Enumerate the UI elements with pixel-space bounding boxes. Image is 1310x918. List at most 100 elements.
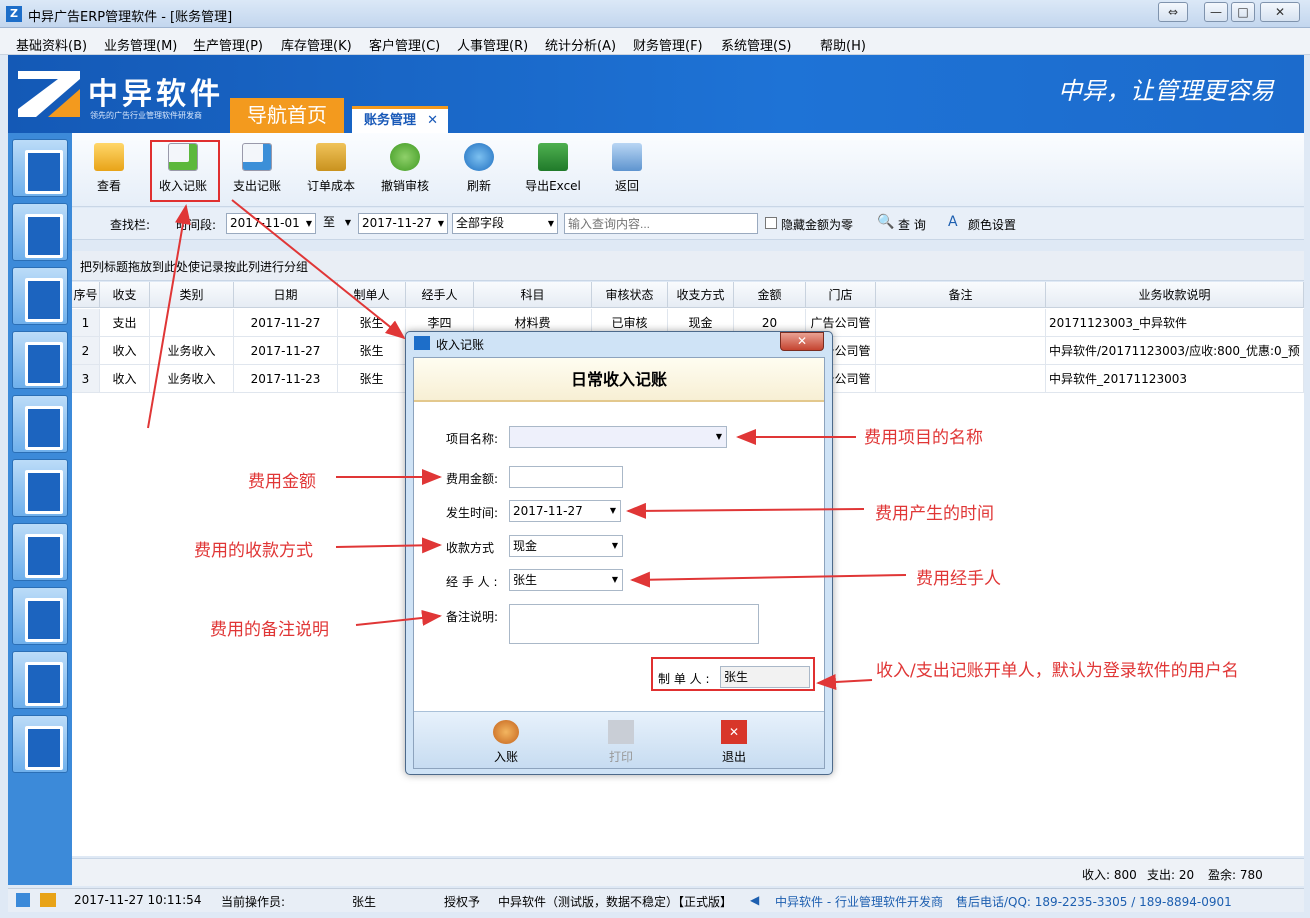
sidebar-user-icon[interactable] <box>12 395 68 453</box>
sidebar-gears-icon[interactable] <box>12 587 68 645</box>
sidebar-monitor-icon[interactable] <box>12 651 68 709</box>
amount-input[interactable] <box>509 466 623 488</box>
color-settings-button[interactable]: 颜色设置 <box>968 216 1016 233</box>
menu-business[interactable]: 业务管理(M) <box>104 35 177 54</box>
refresh-button[interactable]: 刷新 <box>446 143 512 194</box>
menu-customer[interactable]: 客户管理(C) <box>369 35 440 54</box>
sidebar-chart-icon[interactable] <box>12 523 68 581</box>
sidebar-users-icon[interactable] <box>12 459 68 517</box>
sidebar-warehouse-icon[interactable] <box>12 331 68 389</box>
table-cell[interactable]: 1 <box>72 309 100 337</box>
post-button[interactable]: 入账 <box>476 720 536 765</box>
handler-select[interactable]: 张生 <box>509 569 623 591</box>
app-logo-icon: Z <box>6 6 22 22</box>
menu-hr[interactable]: 人事管理(R) <box>457 35 528 54</box>
sidebar-notebook-icon[interactable] <box>12 715 68 773</box>
table-cell[interactable]: 中异软件_20171123003 <box>1046 365 1304 393</box>
item-name-select[interactable] <box>509 426 727 448</box>
operator-label: 当前操作员: <box>221 895 286 909</box>
column-header[interactable]: 日期 <box>234 282 338 308</box>
order-cost-button[interactable]: 订单成本 <box>298 143 364 194</box>
menu-finance[interactable]: 财务管理(F) <box>633 35 703 54</box>
table-cell[interactable] <box>150 309 234 337</box>
field-select[interactable]: 全部字段 <box>452 213 558 234</box>
sidebar-document-icon[interactable] <box>12 139 68 197</box>
exit-button[interactable]: ✕ 退出 <box>704 720 764 765</box>
profit-total: 盈余: 780 <box>1208 868 1263 882</box>
table-cell[interactable]: 2017-11-27 <box>234 309 338 337</box>
date-to-picker[interactable]: 2017-11-27 <box>358 213 448 234</box>
minimize-button[interactable]: — <box>1204 2 1228 22</box>
slogan: 中异，让管理更容易 <box>1058 77 1274 105</box>
column-header[interactable]: 收支方式 <box>668 282 734 308</box>
expense-button[interactable]: 支出记账 <box>224 143 290 194</box>
search-input[interactable] <box>564 213 758 234</box>
group-by-panel[interactable]: 把列标题拖放到此处使记录按此列进行分组 <box>72 251 1304 281</box>
hide-zero-checkbox[interactable] <box>765 217 777 229</box>
annotation-note: 费用的备注说明 <box>210 620 329 640</box>
table-cell[interactable]: 业务收入 <box>150 337 234 365</box>
date-from-picker[interactable]: 2017-11-01 <box>226 213 316 234</box>
table-cell[interactable]: 张生 <box>338 337 406 365</box>
column-header[interactable]: 收支 <box>100 282 150 308</box>
palette-icon: A <box>948 214 958 230</box>
table-cell[interactable]: 中异软件/20171123003/应收:800_优惠:0_预 <box>1046 337 1304 365</box>
column-header[interactable]: 类别 <box>150 282 234 308</box>
table-cell[interactable] <box>876 309 1046 337</box>
table-cell[interactable] <box>876 365 1046 393</box>
table-cell[interactable]: 收入 <box>100 337 150 365</box>
print-button[interactable]: 打印 <box>591 720 651 765</box>
dialog-footer: 入账 打印 ✕ 退出 <box>414 711 824 768</box>
column-header[interactable]: 序号 <box>72 282 100 308</box>
table-cell[interactable]: 张生 <box>338 365 406 393</box>
table-cell[interactable]: 张生 <box>338 309 406 337</box>
dialog-close-button[interactable]: ✕ <box>780 332 824 351</box>
undo-audit-button[interactable]: 撤销审核 <box>372 143 438 194</box>
back-arrow-icon <box>612 143 642 171</box>
brand-name: 中异软件 <box>88 77 224 112</box>
note-textarea[interactable] <box>509 604 759 644</box>
menu-system[interactable]: 系统管理(S) <box>721 35 791 54</box>
tab-accounting[interactable]: 账务管理 ✕ <box>352 106 448 133</box>
tab-accounting-label: 账务管理 <box>364 113 417 128</box>
maximize-button[interactable]: □ <box>1231 2 1255 22</box>
status-home-icon[interactable] <box>16 893 30 907</box>
column-header[interactable]: 备注 <box>876 282 1046 308</box>
table-cell[interactable]: 支出 <box>100 309 150 337</box>
back-button[interactable]: 返回 <box>594 143 660 194</box>
column-header[interactable]: 金额 <box>734 282 806 308</box>
sidebar-calculator-icon[interactable] <box>12 267 68 325</box>
restore-icon[interactable]: ⇔ <box>1158 2 1188 22</box>
view-button[interactable]: 查看 <box>76 143 142 194</box>
time-picker[interactable]: 2017-11-27 <box>509 500 621 522</box>
table-cell[interactable]: 收入 <box>100 365 150 393</box>
export-excel-button[interactable]: 导出Excel <box>520 143 586 194</box>
column-header[interactable]: 业务收款说明 <box>1046 282 1304 308</box>
menu-inventory[interactable]: 库存管理(K) <box>281 35 352 54</box>
table-cell[interactable]: 业务收入 <box>150 365 234 393</box>
sidebar-download-icon[interactable] <box>12 203 68 261</box>
method-select[interactable]: 现金 <box>509 535 623 557</box>
menu-basic[interactable]: 基础资料(B) <box>16 35 87 54</box>
menu-help[interactable]: 帮助(H) <box>820 35 866 54</box>
column-header[interactable]: 经手人 <box>406 282 474 308</box>
column-header[interactable]: 制单人 <box>338 282 406 308</box>
table-cell[interactable]: 2017-11-23 <box>234 365 338 393</box>
column-header[interactable]: 门店 <box>806 282 876 308</box>
menu-production[interactable]: 生产管理(P) <box>193 35 263 54</box>
query-button[interactable]: 查 询 <box>898 216 926 233</box>
table-cell[interactable] <box>876 337 1046 365</box>
tab-nav-home[interactable]: 导航首页 <box>230 98 344 133</box>
column-header[interactable]: 科目 <box>474 282 592 308</box>
column-header[interactable]: 审核状态 <box>592 282 668 308</box>
menu-stats[interactable]: 统计分析(A) <box>545 35 616 54</box>
table-cell[interactable]: 3 <box>72 365 100 393</box>
table-cell[interactable]: 20171123003_中异软件 <box>1046 309 1304 337</box>
close-icon[interactable]: ✕ <box>427 109 438 133</box>
table-cell[interactable]: 2017-11-27 <box>234 337 338 365</box>
table-cell[interactable]: 2 <box>72 337 100 365</box>
license-text: 中异软件（测试版，数据不稳定）【正式版】 <box>498 895 733 909</box>
brand-subtitle: 领先的广告行业管理软件研发商 <box>90 111 202 120</box>
status-folder-icon[interactable] <box>40 893 56 907</box>
close-button[interactable]: ✕ <box>1260 2 1300 22</box>
